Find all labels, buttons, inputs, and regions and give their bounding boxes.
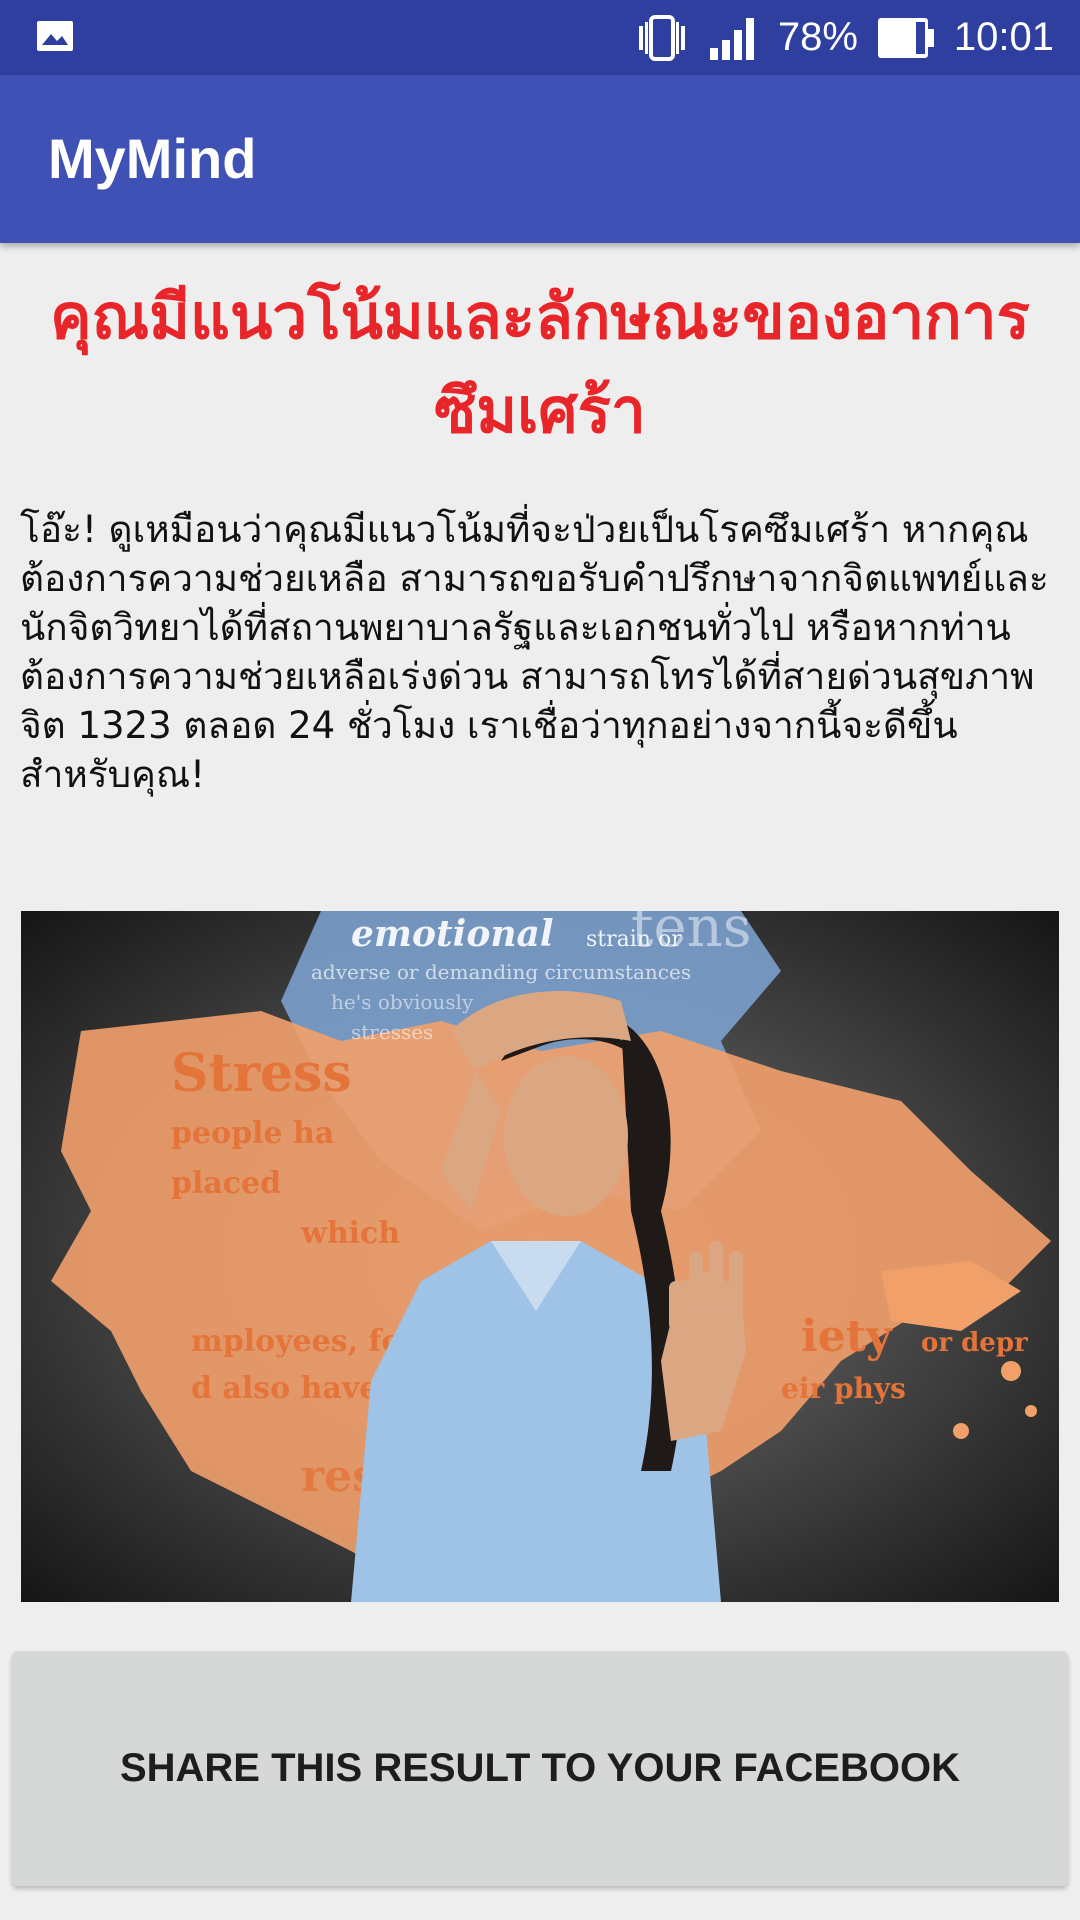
vibrate-icon <box>634 13 690 63</box>
stress-illustration: emotional strain or tens adverse or dema… <box>21 911 1059 1602</box>
image-word-people: people ha <box>171 1116 334 1151</box>
status-bar: 78% 10:01 <box>0 0 1080 75</box>
share-facebook-button[interactable]: SHARE THIS RESULT TO YOUR FACEBOOK <box>12 1651 1068 1886</box>
image-word-tens: tens <box>631 911 751 960</box>
clock: 10:01 <box>953 15 1054 59</box>
image-word-phys: eir phys <box>781 1372 906 1405</box>
image-word-employees: mployees, for <box>191 1324 418 1359</box>
signal-icon <box>708 14 760 62</box>
image-word-which: which <box>300 1216 400 1251</box>
image-word-depr: or depr <box>921 1328 1028 1358</box>
image-word-obviously: he's obviously <box>331 990 474 1014</box>
image-word-iety: iety <box>801 1311 893 1362</box>
image-word-stress: Stress <box>171 1043 352 1104</box>
picture-notification-icon <box>36 20 74 56</box>
battery-icon <box>876 16 936 60</box>
image-word-stresses: stresses <box>351 1020 433 1044</box>
image-word-also: d also have <box>191 1371 378 1406</box>
app-title: MyMind <box>48 127 257 190</box>
result-message: โอ๊ะ! ดูเหมือนว่าคุณมีแนวโน้มที่จะป่วยเป… <box>20 508 1049 796</box>
status-icons: 78% 10:01 <box>634 0 1054 75</box>
image-word-placed: placed <box>171 1166 281 1201</box>
result-headline: คุณมีแนวโน้มและลักษณะของอาการซึมเศร้า <box>50 280 1030 447</box>
image-word-adverse: adverse or demanding circumstances <box>311 960 691 984</box>
battery-percent: 78% <box>777 15 858 59</box>
image-word-emotional: emotional <box>351 913 554 955</box>
app-bar: MyMind <box>0 75 1080 243</box>
